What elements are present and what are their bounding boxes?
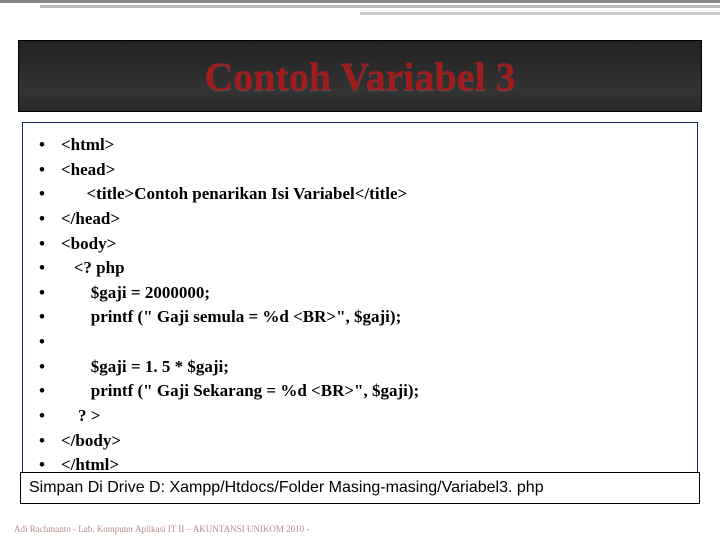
code-line: $gaji = 2000000; xyxy=(39,281,681,306)
code-line: <? php xyxy=(39,256,681,281)
note-box: Simpan Di Drive D: Xampp/Htdocs/Folder M… xyxy=(20,472,700,504)
code-list: <html><head> <title>Contoh penarikan Isi… xyxy=(39,133,681,478)
code-line: <body> xyxy=(39,232,681,257)
code-line: </head> xyxy=(39,207,681,232)
footer-text: Adi Rachmanto - Lab. Komputer Aplikasi I… xyxy=(14,524,309,534)
code-line: ? > xyxy=(39,404,681,429)
code-line: printf (" Gaji semula = %d <BR>", $gaji)… xyxy=(39,305,681,330)
line xyxy=(0,0,720,3)
code-line: printf (" Gaji Sekarang = %d <BR>", $gaj… xyxy=(39,379,681,404)
line xyxy=(360,12,720,15)
code-line: <head> xyxy=(39,158,681,183)
code-line: $gaji = 1. 5 * $gaji; xyxy=(39,355,681,380)
code-line: <title>Contoh penarikan Isi Variabel</ti… xyxy=(39,182,681,207)
line xyxy=(40,5,720,8)
slide-title: Contoh Variabel 3 xyxy=(204,53,515,100)
code-box: <html><head> <title>Contoh penarikan Isi… xyxy=(22,122,698,493)
decorative-lines xyxy=(0,0,720,15)
code-line: <html> xyxy=(39,133,681,158)
code-line: </body> xyxy=(39,429,681,454)
slide-title-band: Contoh Variabel 3 xyxy=(18,40,702,112)
code-line xyxy=(39,330,681,355)
note-text: Simpan Di Drive D: Xampp/Htdocs/Folder M… xyxy=(29,479,544,496)
